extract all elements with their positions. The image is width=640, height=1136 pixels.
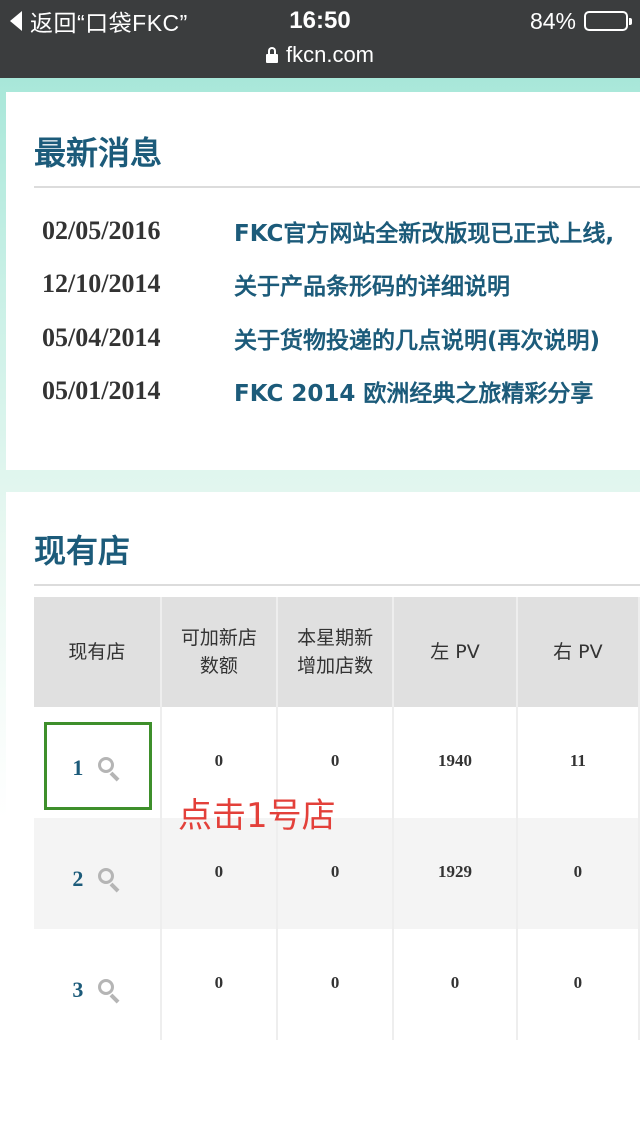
news-list: 02/05/2016 FKC官方网站全新改版现已正式上线, 12/10/2014… [42,204,640,418]
left-pv-cell: 1929 [393,818,518,929]
annotation-text: 点击1号店 [178,796,336,836]
table-row: 2 0 0 1929 0 [34,818,640,929]
news-date: 02/05/2016 [42,215,161,245]
right-pv-cell: 0 [516,929,640,1040]
table-header-row: 现有店 可加新店 数额 本星期新 增加店数 左 PV 右 PV [34,597,640,707]
column-header-right-pv: 右 PV [516,597,640,707]
news-panel: 最新消息 02/05/2016 FKC官方网站全新改版现已正式上线, 12/10… [6,92,640,470]
left-pv-cell: 1940 [393,707,518,818]
column-header-store: 现有店 [34,597,162,707]
lock-icon [265,47,278,63]
highlight-box [44,722,152,810]
news-item[interactable]: 12/10/2014 关于产品条形码的详细说明 [42,258,640,312]
news-date: 05/04/2014 [42,322,161,352]
search-icon[interactable] [97,978,121,1003]
new-this-week-cell: 0 [277,929,395,1040]
search-icon[interactable] [97,867,121,892]
news-item[interactable]: 02/05/2016 FKC官方网站全新改版现已正式上线, [42,204,640,258]
news-date: 05/01/2014 [42,376,161,406]
column-header-left-pv: 左 PV [393,597,518,707]
news-link[interactable]: FKC 2014 欧洲经典之旅精彩分享 [234,374,593,408]
store-number-link[interactable]: 3 [72,977,83,1003]
news-item[interactable]: 05/04/2014 关于货物投递的几点说明(再次说明) [42,311,640,365]
news-link[interactable]: FKC官方网站全新改版现已正式上线, [234,214,614,248]
battery-icon [584,11,632,31]
news-link[interactable]: 关于货物投递的几点说明(再次说明) [234,321,600,355]
status-bar: 返回“口袋FKC” 16:50 84% fkcn.com [0,0,640,78]
right-pv-cell: 0 [516,818,640,929]
news-divider [34,186,640,188]
address-bar[interactable]: fkcn.com [0,40,640,70]
store-number-link[interactable]: 2 [72,866,83,892]
stores-table: 现有店 可加新店 数额 本星期新 增加店数 左 PV 右 PV 1 0 0 19… [34,597,640,1040]
news-link[interactable]: 关于产品条形码的详细说明 [234,267,510,301]
store-cell[interactable]: 2 [34,818,162,929]
news-date: 12/10/2014 [42,269,161,299]
table-row: 3 0 0 0 0 [34,929,640,1040]
can-add-cell: 0 [160,929,279,1040]
left-pv-cell: 0 [393,929,518,1040]
battery-percent: 84% [529,7,576,34]
stores-divider [34,584,640,586]
stores-heading: 现有店 [34,532,131,570]
url-text: fkcn.com [285,42,375,67]
right-pv-cell: 11 [516,707,640,818]
news-heading: 最新消息 [34,134,163,172]
store-cell[interactable]: 3 [34,929,162,1040]
column-header-can-add: 可加新店 数额 [160,597,279,707]
battery-status: 84% [529,6,632,36]
news-item[interactable]: 05/01/2014 FKC 2014 欧洲经典之旅精彩分享 [42,365,640,419]
column-header-new-this-week: 本星期新 增加店数 [277,597,395,707]
stores-panel: 现有店 现有店 可加新店 数额 本星期新 增加店数 左 PV 右 PV 1 0 … [6,492,640,1136]
